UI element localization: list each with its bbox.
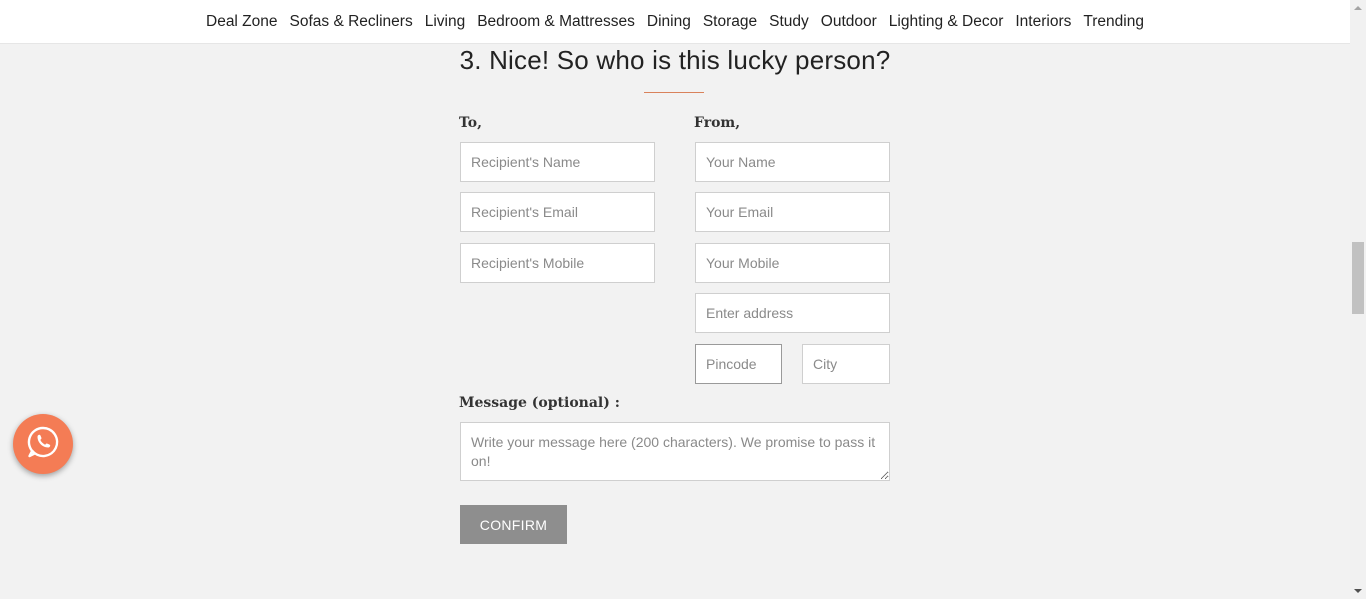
section-heading: 3. Nice! So who is this lucky person? xyxy=(459,45,891,75)
nav-item-storage[interactable]: Storage xyxy=(703,13,757,31)
scroll-down-arrow-icon[interactable] xyxy=(1350,583,1366,599)
nav-item-bedroom-mattresses[interactable]: Bedroom & Mattresses xyxy=(477,13,635,31)
your-email-input[interactable] xyxy=(695,192,890,232)
whatsapp-icon xyxy=(25,424,61,465)
confirm-button[interactable]: CONFIRM xyxy=(460,505,567,544)
from-label: From, xyxy=(694,115,741,131)
nav-item-deal-zone[interactable]: Deal Zone xyxy=(206,13,278,31)
pincode-input[interactable] xyxy=(695,344,782,384)
nav-item-lighting-decor[interactable]: Lighting & Decor xyxy=(889,13,1004,31)
recipient-name-input[interactable] xyxy=(460,142,655,182)
nav-item-outdoor[interactable]: Outdoor xyxy=(821,13,877,31)
message-label: Message (optional) : xyxy=(459,395,620,411)
message-textarea[interactable] xyxy=(460,422,890,481)
nav-item-sofas-recliners[interactable]: Sofas & Recliners xyxy=(290,13,413,31)
city-input[interactable] xyxy=(802,344,890,384)
vertical-scrollbar[interactable] xyxy=(1350,0,1366,599)
top-navigation: Deal Zone Sofas & Recliners Living Bedro… xyxy=(0,0,1350,44)
nav-item-living[interactable]: Living xyxy=(425,13,466,31)
whatsapp-button[interactable] xyxy=(13,414,73,474)
recipient-mobile-input[interactable] xyxy=(460,243,655,283)
nav-item-trending[interactable]: Trending xyxy=(1083,13,1144,31)
nav-item-interiors[interactable]: Interiors xyxy=(1015,13,1071,31)
your-mobile-input[interactable] xyxy=(695,243,890,283)
address-input[interactable] xyxy=(695,293,890,333)
nav-item-study[interactable]: Study xyxy=(769,13,809,31)
to-label: To, xyxy=(459,115,483,131)
your-name-input[interactable] xyxy=(695,142,890,182)
scrollbar-thumb[interactable] xyxy=(1352,242,1364,314)
scroll-up-arrow-icon[interactable] xyxy=(1350,0,1366,16)
nav-item-dining[interactable]: Dining xyxy=(647,13,691,31)
recipient-email-input[interactable] xyxy=(460,192,655,232)
heading-underline xyxy=(644,92,704,93)
